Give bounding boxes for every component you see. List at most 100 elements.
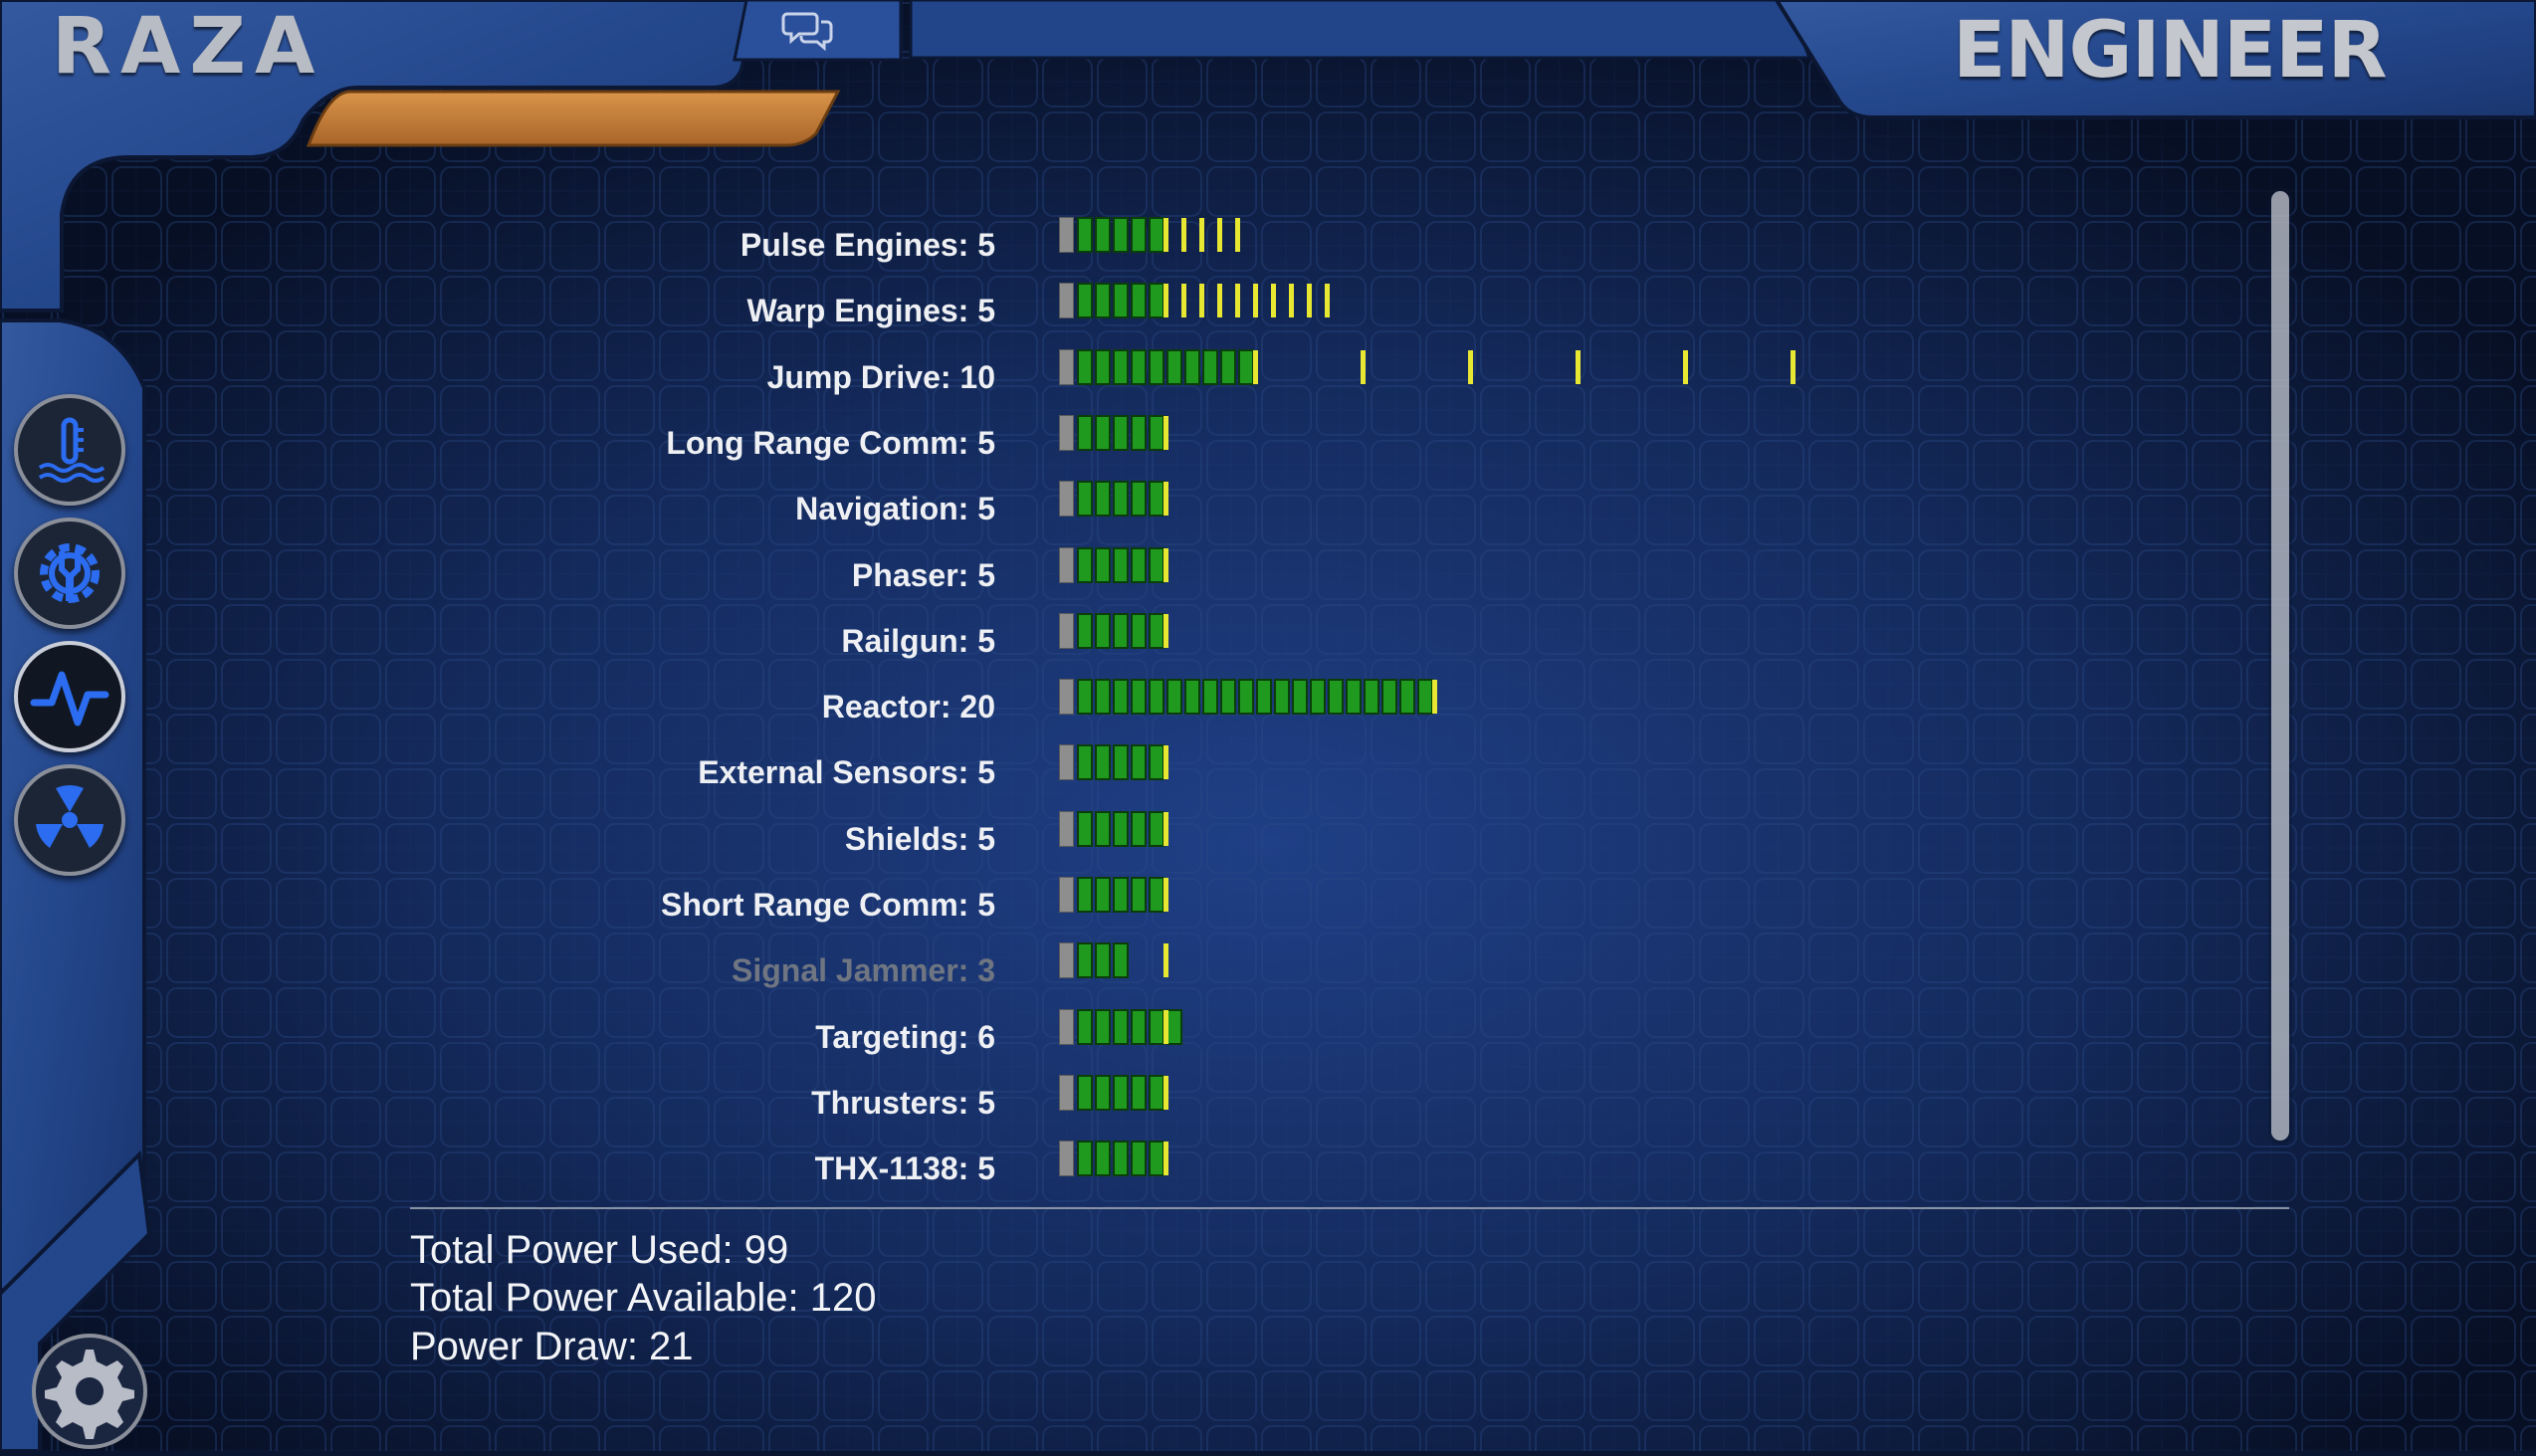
power-segment[interactable] xyxy=(1166,679,1182,716)
power-bar-base[interactable] xyxy=(1059,612,1074,649)
power-segment[interactable] xyxy=(1095,744,1111,781)
power-level-marker[interactable] xyxy=(1163,1075,1168,1110)
power-segment[interactable] xyxy=(1095,414,1111,451)
power-upgrade-tick[interactable] xyxy=(1791,349,1796,384)
power-bar-base[interactable] xyxy=(1059,283,1074,319)
power-bar-base[interactable] xyxy=(1059,1074,1074,1111)
power-bar-base[interactable] xyxy=(1059,481,1074,518)
settings-button[interactable] xyxy=(30,1332,149,1451)
power-segment[interactable] xyxy=(1274,679,1290,716)
power-level-marker[interactable] xyxy=(1163,415,1168,450)
power-segment[interactable] xyxy=(1113,877,1129,913)
power-level-marker[interactable] xyxy=(1163,284,1168,318)
power-bar-base[interactable] xyxy=(1059,217,1074,253)
power-segment[interactable] xyxy=(1077,810,1093,847)
power-bar-base[interactable] xyxy=(1059,942,1074,979)
power-segment[interactable] xyxy=(1077,612,1093,649)
power-segment[interactable] xyxy=(1346,679,1362,716)
power-upgrade-tick[interactable] xyxy=(1468,349,1473,384)
power-segment[interactable] xyxy=(1131,744,1147,781)
power-upgrade-tick[interactable] xyxy=(1361,349,1366,384)
power-level-marker[interactable] xyxy=(1432,680,1437,715)
power-segment[interactable] xyxy=(1113,414,1129,451)
power-segment[interactable] xyxy=(1149,810,1164,847)
power-segment[interactable] xyxy=(1131,1141,1147,1177)
power-segment[interactable] xyxy=(1113,942,1129,979)
power-upgrade-tick[interactable] xyxy=(1199,218,1204,252)
power-bar-base[interactable] xyxy=(1059,348,1074,385)
power-segment[interactable] xyxy=(1095,481,1111,518)
power-segment[interactable] xyxy=(1202,348,1218,385)
power-segment[interactable] xyxy=(1077,1008,1093,1045)
power-upgrade-tick[interactable] xyxy=(1235,284,1240,318)
power-segment[interactable] xyxy=(1077,348,1093,385)
comm-button[interactable] xyxy=(781,6,835,52)
power-bar-base[interactable] xyxy=(1059,744,1074,781)
power-upgrade-tick[interactable] xyxy=(1683,349,1688,384)
power-segment[interactable] xyxy=(1328,679,1344,716)
power-level-marker[interactable] xyxy=(1163,613,1168,648)
power-segment[interactable] xyxy=(1113,348,1129,385)
power-level-marker[interactable] xyxy=(1253,349,1258,384)
power-segment[interactable] xyxy=(1113,546,1129,583)
power-segment[interactable] xyxy=(1220,679,1236,716)
power-segment[interactable] xyxy=(1077,283,1093,319)
power-segment[interactable] xyxy=(1131,612,1147,649)
power-upgrade-tick[interactable] xyxy=(1181,284,1186,318)
power-bar-base[interactable] xyxy=(1059,414,1074,451)
power-level-marker[interactable] xyxy=(1163,878,1168,912)
power-segment[interactable] xyxy=(1310,679,1326,716)
power-segment[interactable] xyxy=(1256,679,1272,716)
power-segment[interactable] xyxy=(1095,679,1111,716)
power-level-marker[interactable] xyxy=(1163,482,1168,517)
power-segment[interactable] xyxy=(1095,877,1111,913)
power-segment[interactable] xyxy=(1113,1141,1129,1177)
power-segment[interactable] xyxy=(1077,217,1093,253)
power-segment[interactable] xyxy=(1184,679,1200,716)
power-segment[interactable] xyxy=(1292,679,1308,716)
power-level-marker[interactable] xyxy=(1163,1009,1168,1044)
power-segment[interactable] xyxy=(1095,348,1111,385)
power-level-marker[interactable] xyxy=(1163,943,1168,978)
power-segment[interactable] xyxy=(1381,679,1397,716)
power-segment[interactable] xyxy=(1113,612,1129,649)
power-upgrade-tick[interactable] xyxy=(1217,284,1222,318)
power-upgrade-tick[interactable] xyxy=(1181,218,1186,252)
power-segment[interactable] xyxy=(1095,1008,1111,1045)
power-bar-base[interactable] xyxy=(1059,546,1074,583)
power-upgrade-tick[interactable] xyxy=(1576,349,1581,384)
power-segment[interactable] xyxy=(1113,679,1129,716)
power-segment[interactable] xyxy=(1095,217,1111,253)
power-segment[interactable] xyxy=(1417,679,1433,716)
power-segment[interactable] xyxy=(1113,744,1129,781)
power-segment[interactable] xyxy=(1149,679,1164,716)
power-segment[interactable] xyxy=(1149,1074,1164,1111)
power-upgrade-tick[interactable] xyxy=(1307,284,1312,318)
power-segment[interactable] xyxy=(1131,1074,1147,1111)
power-segment[interactable] xyxy=(1166,348,1182,385)
power-segment[interactable] xyxy=(1149,217,1164,253)
power-segment[interactable] xyxy=(1131,1008,1147,1045)
power-segment[interactable] xyxy=(1220,348,1236,385)
power-level-marker[interactable] xyxy=(1163,218,1168,252)
power-segment[interactable] xyxy=(1095,612,1111,649)
power-bar-base[interactable] xyxy=(1059,877,1074,913)
power-segment[interactable] xyxy=(1077,546,1093,583)
scrollbar[interactable] xyxy=(2271,191,2289,1141)
power-segment[interactable] xyxy=(1149,1008,1164,1045)
power-segment[interactable] xyxy=(1131,348,1147,385)
power-level-marker[interactable] xyxy=(1163,745,1168,780)
power-segment[interactable] xyxy=(1113,481,1129,518)
power-upgrade-tick[interactable] xyxy=(1235,218,1240,252)
power-bar-base[interactable] xyxy=(1059,1141,1074,1177)
power-level-marker[interactable] xyxy=(1163,811,1168,846)
power-upgrade-tick[interactable] xyxy=(1271,284,1276,318)
power-segment[interactable] xyxy=(1149,546,1164,583)
power-segment[interactable] xyxy=(1131,414,1147,451)
power-segment[interactable] xyxy=(1077,679,1093,716)
power-bar-base[interactable] xyxy=(1059,810,1074,847)
power-segment[interactable] xyxy=(1113,217,1129,253)
power-segment[interactable] xyxy=(1095,810,1111,847)
power-bar-base[interactable] xyxy=(1059,679,1074,716)
power-level-marker[interactable] xyxy=(1163,1142,1168,1176)
